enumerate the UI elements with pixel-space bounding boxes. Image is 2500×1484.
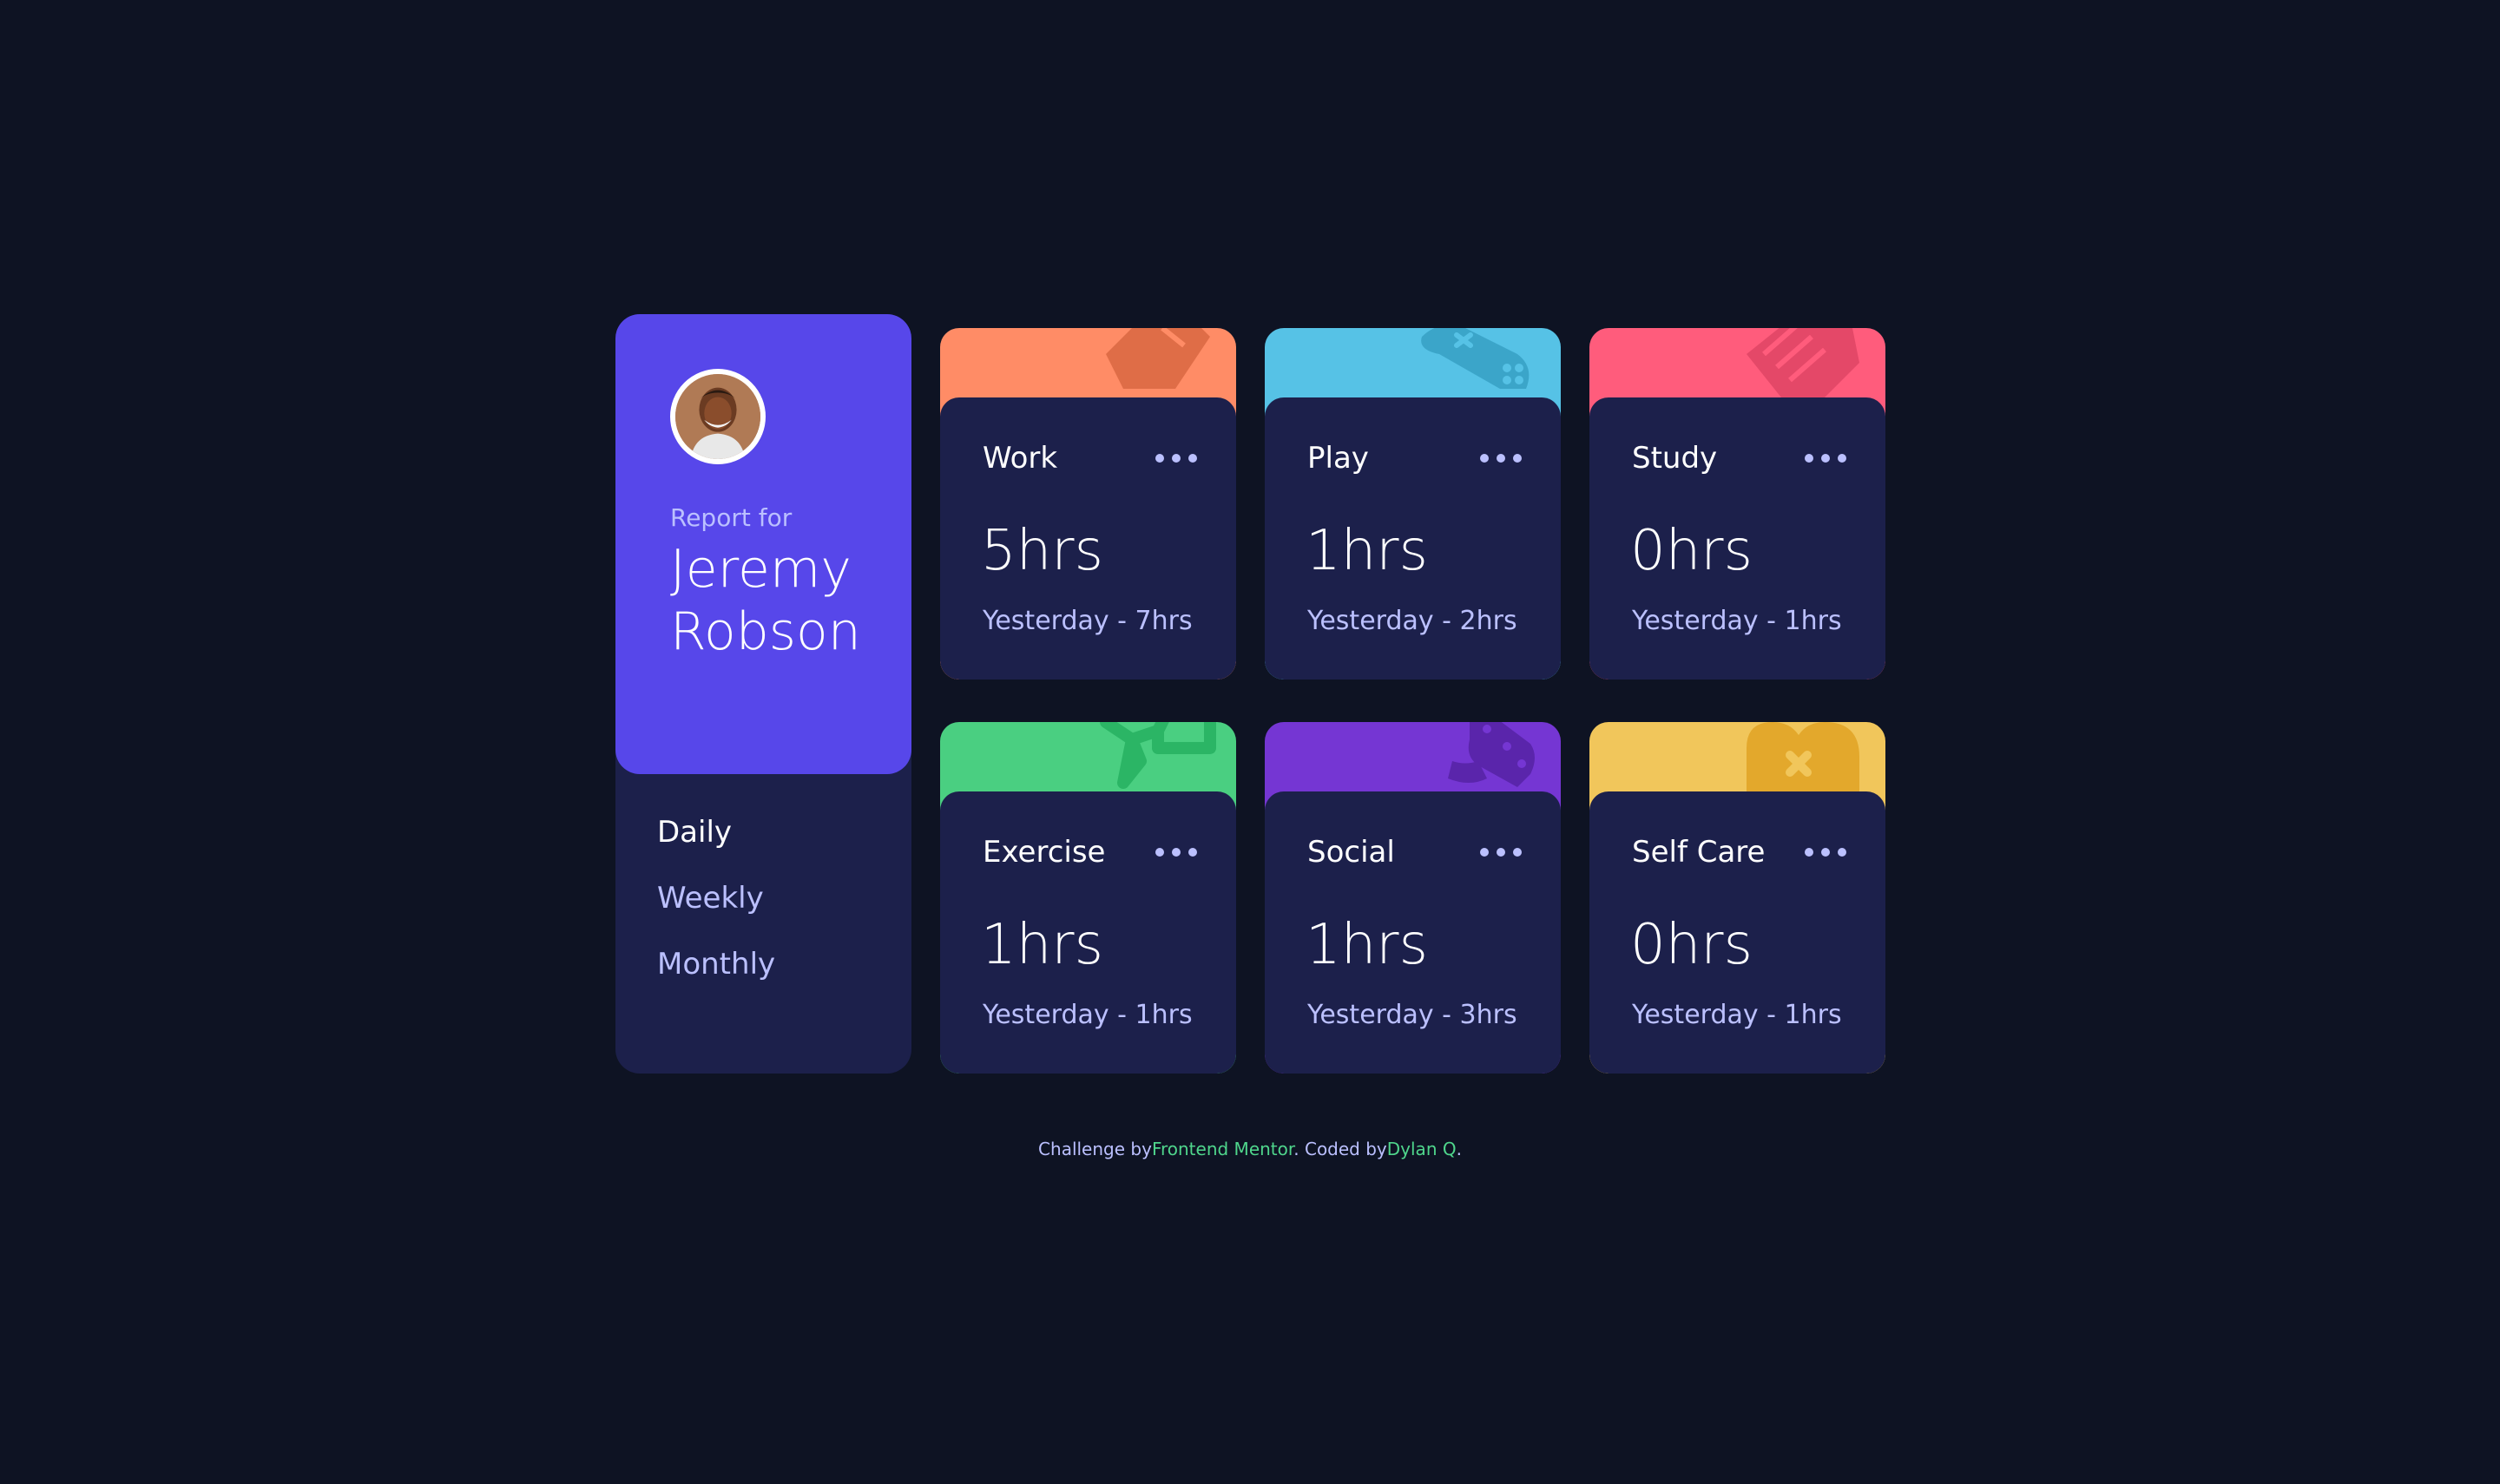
activity-hours: 1hrs [1306, 913, 1428, 977]
activity-card-body: Self Care 0hrs Yesterday - 1hrs [1589, 791, 1885, 1074]
activity-card-body: Social 1hrs Yesterday - 3hrs [1265, 791, 1561, 1074]
activity-previous: Yesterday - 1hrs [1632, 606, 1842, 636]
attribution-prefix: Challenge by [1038, 1139, 1152, 1159]
ellipsis-icon[interactable] [1480, 448, 1522, 469]
book-icon [1747, 328, 1859, 397]
activity-previous: Yesterday - 1hrs [1632, 1000, 1842, 1030]
user-first-name: Jeremy [670, 539, 852, 600]
ellipsis-icon[interactable] [1155, 842, 1197, 863]
activity-title: Self Care [1632, 835, 1766, 870]
period-weekly[interactable]: Weekly [657, 881, 764, 916]
activity-previous: Yesterday - 2hrs [1307, 606, 1517, 636]
activity-card-self-care: Self Care 0hrs Yesterday - 1hrs [1589, 722, 1885, 1074]
activity-card-body: Play 1hrs Yesterday - 2hrs [1265, 397, 1561, 680]
activity-hours: 5hrs [981, 519, 1103, 583]
profile-card: Report for Jeremy Robson Daily Weekly Mo… [615, 314, 911, 1074]
activity-card-play: Play 1hrs Yesterday - 2hrs [1265, 328, 1561, 680]
ellipsis-icon[interactable] [1155, 448, 1197, 469]
profile-header: Report for Jeremy Robson [615, 314, 911, 774]
author-link[interactable]: Dylan Q [1387, 1139, 1457, 1159]
activity-previous: Yesterday - 1hrs [983, 1000, 1193, 1030]
activity-card-work: Work 5hrs Yesterday - 7hrs [940, 328, 1236, 680]
activity-hours: 0hrs [1630, 913, 1753, 977]
activity-hours: 1hrs [981, 913, 1103, 977]
dashboard: Report for Jeremy Robson Daily Weekly Mo… [0, 0, 2500, 1484]
activity-previous: Yesterday - 3hrs [1307, 1000, 1517, 1030]
attribution-suffix: . [1456, 1139, 1462, 1159]
activity-title: Exercise [983, 835, 1106, 870]
activity-card-body: Work 5hrs Yesterday - 7hrs [940, 397, 1236, 680]
ellipsis-icon[interactable] [1805, 842, 1846, 863]
frontend-mentor-link[interactable]: Frontend Mentor [1152, 1139, 1293, 1159]
running-icon [1100, 722, 1216, 789]
attribution: Challenge byFrontend Mentor. Coded byDyl… [0, 1139, 2500, 1159]
ellipsis-icon[interactable] [1480, 842, 1522, 863]
activity-hours: 1hrs [1306, 519, 1428, 583]
gamepad-icon [1421, 328, 1530, 389]
activity-title: Social [1307, 835, 1395, 870]
attribution-middle: . Coded by [1293, 1139, 1387, 1159]
report-for-label: Report for [670, 503, 793, 532]
avatar-image [675, 374, 760, 459]
activity-card-study: Study 0hrs Yesterday - 1hrs [1589, 328, 1885, 680]
activity-hours: 0hrs [1630, 519, 1753, 583]
period-daily[interactable]: Daily [657, 815, 732, 850]
activity-card-social: Social 1hrs Yesterday - 3hrs [1265, 722, 1561, 1074]
user-name: Jeremy Robson [670, 538, 896, 663]
activity-card-body: Study 0hrs Yesterday - 1hrs [1589, 397, 1885, 680]
user-last-name: Robson [670, 601, 861, 662]
activity-title: Play [1307, 441, 1369, 476]
balloon-icon [1448, 722, 1535, 787]
activity-title: Work [983, 441, 1058, 476]
ellipsis-icon[interactable] [1805, 448, 1846, 469]
activity-card-exercise: Exercise 1hrs Yesterday - 1hrs [940, 722, 1236, 1074]
activity-previous: Yesterday - 7hrs [983, 606, 1193, 636]
activity-title: Study [1632, 441, 1718, 476]
heart-icon [1747, 722, 1859, 791]
activity-card-body: Exercise 1hrs Yesterday - 1hrs [940, 791, 1236, 1074]
period-monthly[interactable]: Monthly [657, 947, 775, 982]
briefcase-icon [1106, 328, 1210, 389]
avatar [670, 369, 766, 464]
